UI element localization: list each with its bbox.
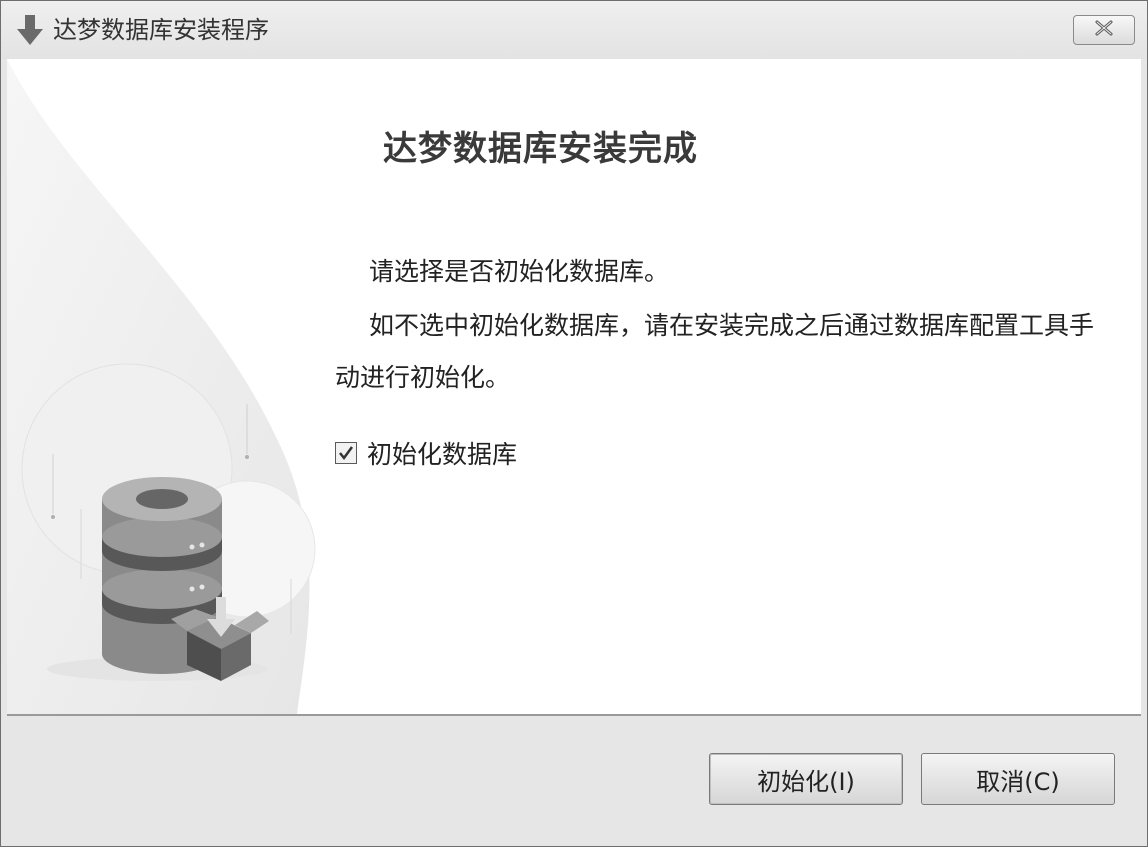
database-install-illustration: [7, 59, 316, 714]
title-bar[interactable]: 达梦数据库安装程序: [1, 1, 1147, 59]
close-icon: [1092, 20, 1116, 40]
download-arrow-icon: [15, 13, 45, 47]
init-database-checkbox[interactable]: [335, 442, 357, 464]
page-heading: 达梦数据库安装完成: [383, 129, 698, 169]
window-title: 达梦数据库安装程序: [53, 16, 269, 44]
divider: [7, 714, 1141, 716]
close-button[interactable]: [1073, 15, 1135, 45]
note-text-line1: 如不选中初始化数据库，请在安装完成之后通过数据库配置工具手: [369, 311, 1095, 340]
cancel-button[interactable]: 取消(C): [921, 753, 1115, 805]
content-panel: 达梦数据库安装完成 请选择是否初始化数据库。 如不选中初始化数据库，请在安装完成…: [7, 59, 1141, 714]
init-database-label[interactable]: 初始化数据库: [367, 435, 517, 471]
installer-window: 达梦数据库安装程序 达梦数据库安装完成 请选择是否初始化数据库。 如不选中初始化…: [0, 0, 1148, 847]
note-text-line2: 动进行初始化。: [335, 363, 511, 392]
instruction-text: 请选择是否初始化数据库。: [369, 257, 670, 286]
checkmark-icon: [339, 446, 354, 461]
init-database-option[interactable]: 初始化数据库: [335, 435, 517, 471]
initialize-button[interactable]: 初始化(I): [709, 753, 903, 805]
